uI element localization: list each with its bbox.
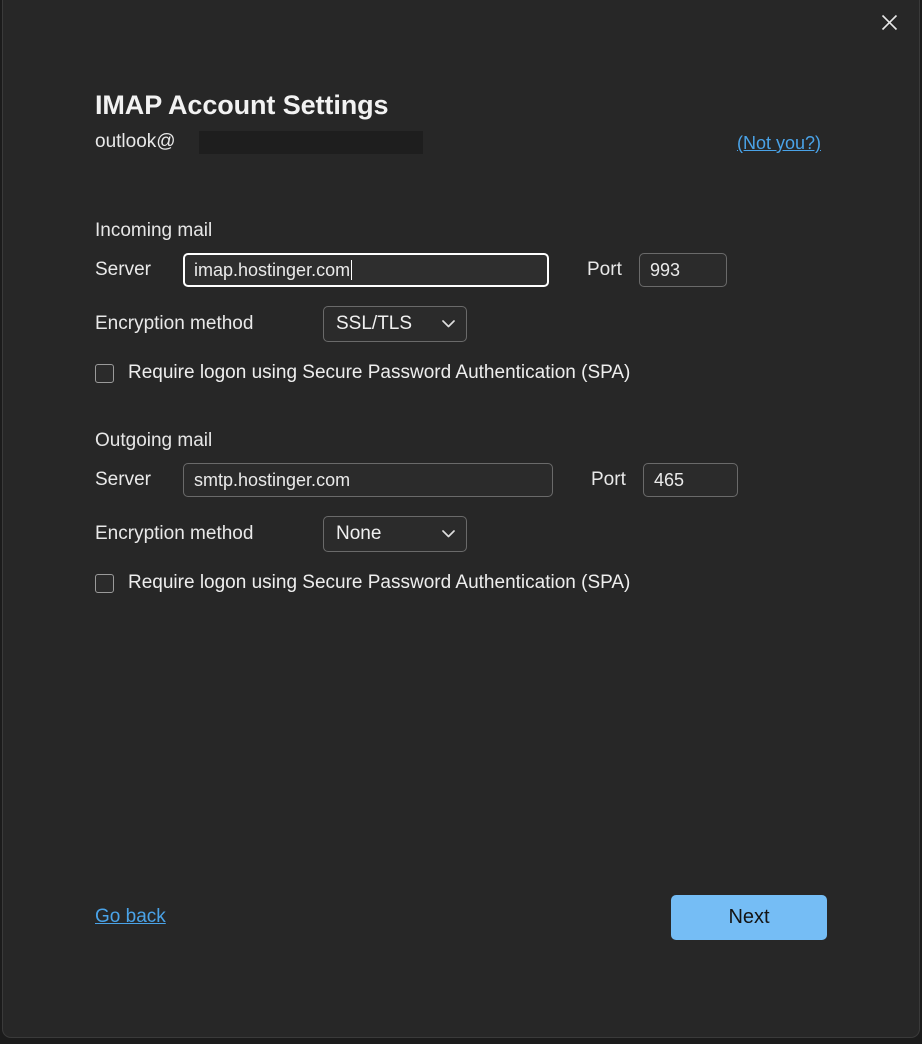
incoming-spa-checkbox-row[interactable]: Require logon using Secure Password Auth… [95,362,835,384]
go-back-link[interactable]: Go back [95,906,166,928]
page-title: IMAP Account Settings [95,90,389,120]
outgoing-server-row: Server smtp.hostinger.com Port 465 [95,462,835,498]
outgoing-server-input[interactable]: smtp.hostinger.com [183,463,553,497]
not-you-link[interactable]: (Not you?) [737,130,821,156]
incoming-port-label: Port [587,259,622,280]
dialog-titlebar [3,0,919,46]
incoming-server-input[interactable]: imap.hostinger.com [183,253,549,287]
incoming-encryption-value: SSL/TLS [336,313,413,334]
incoming-encryption-select[interactable]: SSL/TLS [323,306,467,342]
outgoing-port-label: Port [591,469,626,490]
outgoing-spa-label: Require logon using Secure Password Auth… [128,572,631,593]
account-email: outlook@ [95,131,176,152]
incoming-server-row: Server imap.hostinger.com Port 993 [95,252,835,288]
chevron-down-icon [442,530,455,539]
outgoing-encryption-value: None [336,523,382,544]
chevron-down-icon [442,320,455,329]
incoming-server-input-value: imap.hostinger.com [194,259,351,280]
outgoing-server-label: Server [95,469,151,490]
incoming-mail-section-label: Incoming mail [95,220,213,241]
dialog-header: IMAP Account Settings outlook@ (Not you?… [95,88,821,157]
imap-account-settings-dialog: IMAP Account Settings outlook@ (Not you?… [2,0,920,1038]
text-caret [351,260,353,280]
outgoing-port-input-value: 465 [654,469,685,490]
outgoing-encryption-select[interactable]: None [323,516,467,552]
close-icon[interactable] [867,4,911,40]
outgoing-server-input-value: smtp.hostinger.com [194,469,351,490]
incoming-encryption-row: Encryption method SSL/TLS [95,306,835,342]
incoming-port-input[interactable]: 993 [639,253,727,287]
outgoing-encryption-label: Encryption method [95,523,254,544]
incoming-spa-checkbox[interactable] [95,363,114,383]
outgoing-port-input[interactable]: 465 [643,463,738,497]
dialog-footer: Go back Next [95,895,827,941]
next-button[interactable]: Next [671,895,827,940]
outgoing-mail-section-label: Outgoing mail [95,430,213,451]
incoming-server-label: Server [95,259,151,280]
incoming-encryption-label: Encryption method [95,313,254,334]
incoming-spa-label: Require logon using Secure Password Auth… [128,362,631,383]
outgoing-encryption-row: Encryption method None [95,516,835,552]
incoming-port-input-value: 993 [650,259,681,280]
account-row: outlook@ (Not you?) [95,129,821,157]
email-redaction-bar [199,131,423,154]
outgoing-spa-checkbox[interactable] [95,573,114,593]
outgoing-spa-checkbox-row[interactable]: Require logon using Secure Password Auth… [95,572,835,594]
settings-form: Incoming mail Server imap.hostinger.com … [95,218,835,594]
